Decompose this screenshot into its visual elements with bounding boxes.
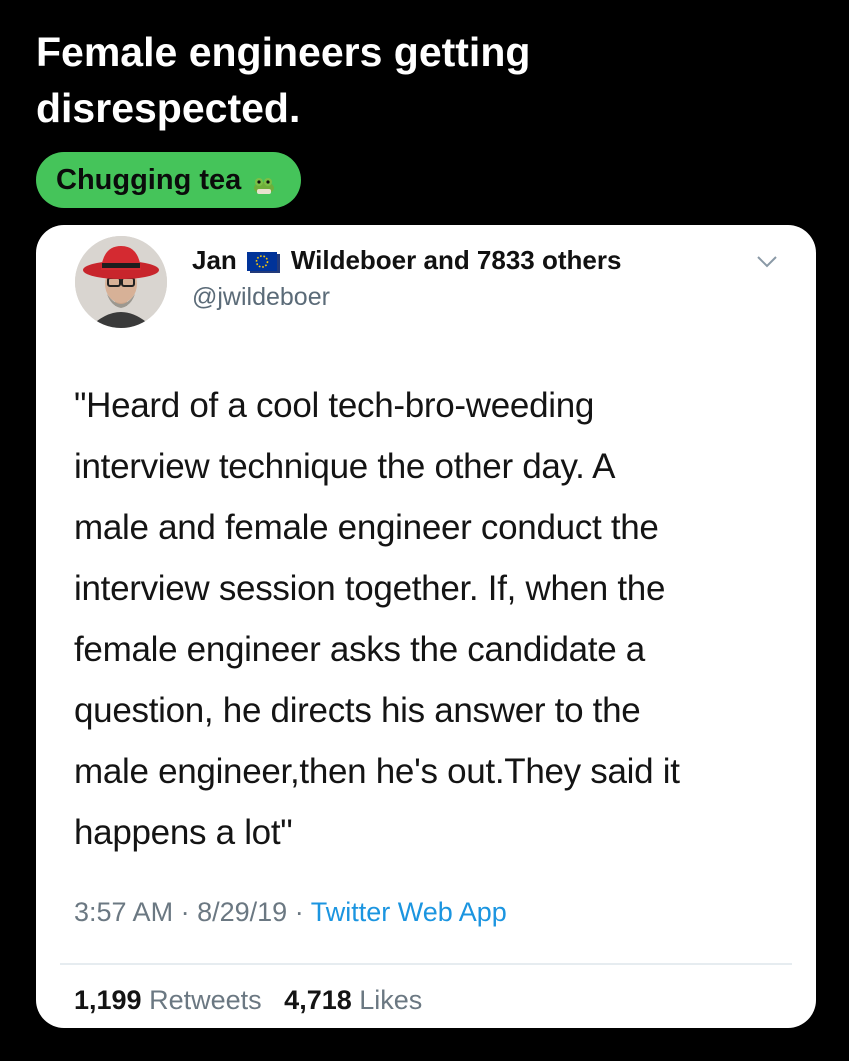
retweet-stat[interactable]: 1,199 Retweets [74, 985, 262, 1015]
retweet-count: 1,199 [74, 985, 142, 1015]
like-label: Likes [359, 985, 423, 1015]
tweet-handle[interactable]: @jwildeboer [192, 283, 330, 312]
tweet-meta: 3:57 AM · 8/29/19 · Twitter Web App [74, 897, 507, 928]
divider [60, 963, 792, 965]
avatar[interactable] [75, 236, 167, 328]
meta-separator: · [180, 897, 198, 927]
tweet-text-line: female engineer asks the candidate a [74, 630, 645, 669]
like-count: 4,718 [284, 985, 352, 1015]
eu-flag-icon [246, 250, 281, 273]
tweet-date[interactable]: 8/29/19 [197, 897, 287, 927]
meta-separator: · [294, 897, 311, 927]
tweet-card: Jan Wildeboer and 7833 others @jwildeboe… [36, 225, 816, 1028]
post-title-line: disrespected. [36, 85, 301, 131]
tweet-text-line: question, he directs his answer to the [74, 691, 641, 730]
tweet-source-link[interactable]: Twitter Web App [311, 897, 507, 927]
tweet-text-line: male and female engineer conduct the [74, 508, 659, 547]
tweet-text-line: interview session together. If, when the [74, 569, 666, 608]
like-stat[interactable]: 4,718 Likes [284, 985, 422, 1015]
retweet-label: Retweets [149, 985, 262, 1015]
frog-tea-emoji-icon [251, 170, 277, 194]
tweet-text-line: "Heard of a cool tech-bro-weeding [74, 386, 595, 425]
tweet-text-line: male engineer,then he's out.They said it [74, 752, 680, 791]
tweet-text: "Heard of a cool tech-bro-weeding interv… [74, 375, 784, 863]
post-title-line: Female engineers getting [36, 29, 531, 75]
tweet-author-name[interactable]: Jan Wildeboer and 7833 others [192, 245, 621, 276]
author-rest-name: Wildeboer and 7833 others [290, 245, 622, 275]
flair-label: Chugging tea [56, 163, 242, 196]
tweet-time[interactable]: 3:57 AM [74, 897, 173, 927]
chevron-down-icon[interactable] [756, 255, 778, 269]
tweet-stats: 1,199 Retweets 4,718 Likes [74, 985, 422, 1016]
author-first-name: Jan [192, 245, 237, 275]
post-title: Female engineers getting disrespected. [36, 24, 736, 136]
tweet-text-line: interview technique the other day. A [74, 447, 616, 486]
tweet-text-line: happens a lot" [74, 813, 293, 852]
flair-badge[interactable]: Chugging tea [36, 152, 302, 208]
